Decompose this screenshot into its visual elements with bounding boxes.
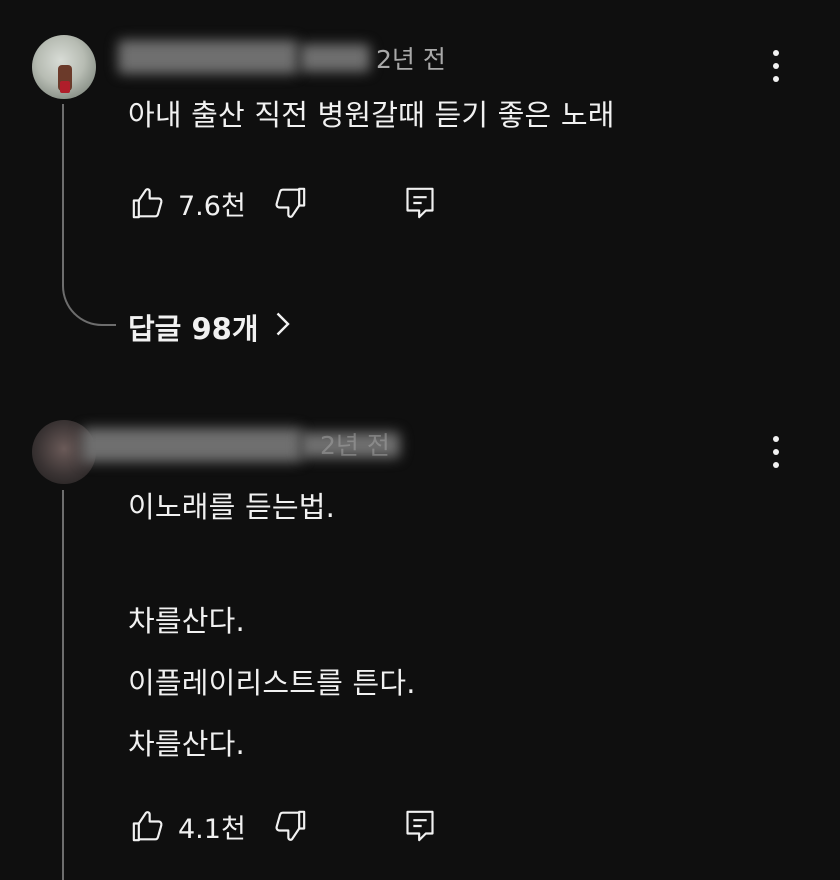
view-replies-button[interactable]: 답글 98개 [128,306,291,348]
thumbs-up-icon [128,183,168,223]
comment-time: 2년 전 [376,45,446,74]
thumbs-down-icon [270,806,310,846]
author-name-blurred[interactable] [300,44,370,72]
more-vertical-icon [773,436,779,442]
thread-line-curve [62,262,116,326]
comment-text-line: 이노래를 듣는법. [128,490,335,524]
avatar-figure-accent [60,81,70,93]
chevron-right-icon [273,309,291,346]
comment-text: 아내 출산 직전 병원갈때 듣기 좋은 노래 [128,98,615,132]
like-button[interactable]: 4.1천 [128,806,246,846]
comment-actions: 7.6천 [128,181,440,225]
comment-text-line: 이플레이리스트를 튼다. [128,666,416,700]
avatar[interactable] [32,35,96,99]
comments-panel: 2년 전 아내 출산 직전 병원갈때 듣기 좋은 노래 7.6천 답글 98개 … [0,0,840,880]
comment-text-line: 차를산다. [128,727,245,761]
comment-text-line: 차를산다. [128,604,245,638]
thread-line [62,104,64,264]
like-button[interactable]: 7.6천 [128,183,246,223]
thumbs-down-icon [270,183,310,223]
comment-reply-icon [400,183,440,223]
reply-button[interactable] [400,806,440,846]
more-options-button[interactable] [766,432,786,472]
comment-meta: 2년 전 [320,426,390,462]
dislike-button[interactable] [270,806,310,846]
comment-actions: 4.1천 [128,804,440,848]
author-name-blurred[interactable] [82,428,302,462]
reply-button[interactable] [400,183,440,223]
more-vertical-icon [773,50,779,56]
like-count: 4.1천 [178,813,246,845]
dislike-button[interactable] [270,183,310,223]
thread-line [62,490,64,880]
thumbs-up-icon [128,806,168,846]
more-options-button[interactable] [766,46,786,86]
comment-reply-icon [400,806,440,846]
like-count: 7.6천 [178,190,246,222]
comment-time: 2년 전 [320,431,390,460]
author-name-blurred[interactable] [118,40,298,74]
comment-meta: 2년 전 [376,40,446,76]
replies-count-label: 답글 98개 [128,312,259,346]
